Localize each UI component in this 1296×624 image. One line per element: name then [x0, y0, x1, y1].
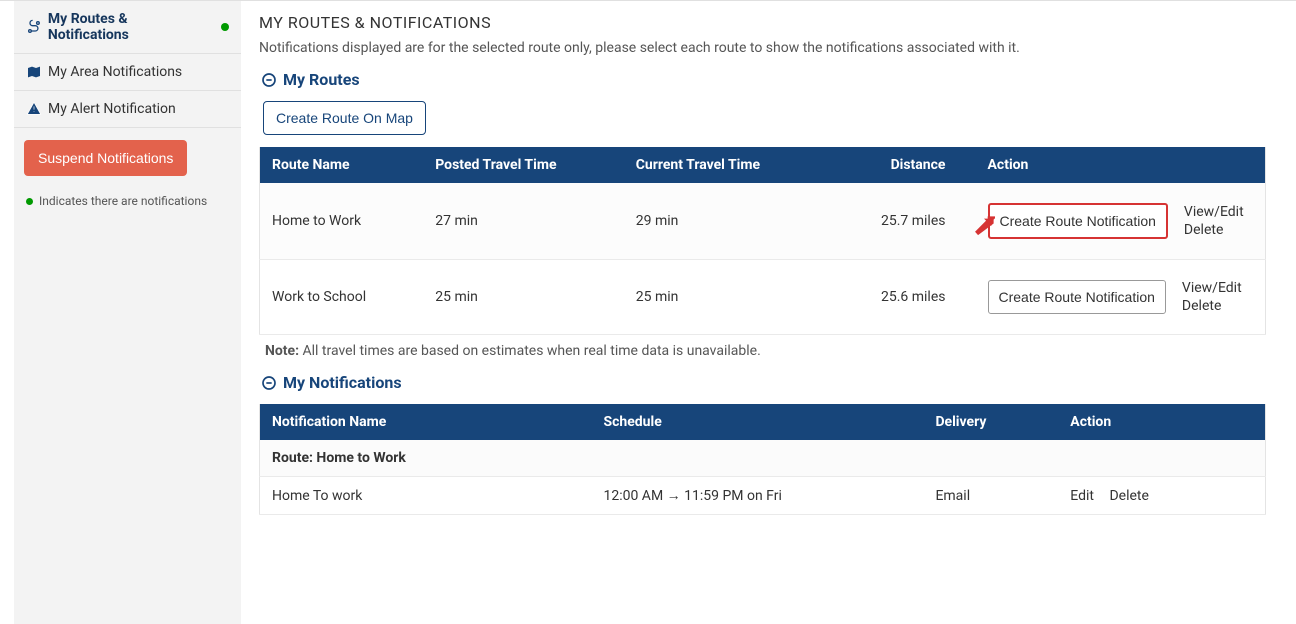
- map-icon: [26, 64, 42, 80]
- page-title: MY ROUTES & NOTIFICATIONS: [259, 13, 1266, 32]
- notification-group-row: Route: Home to Work: [260, 440, 1266, 477]
- cell-route-name: Work to School: [260, 260, 424, 335]
- cell-distance: 25.7 miles: [828, 183, 975, 260]
- col-notification-name: Notification Name: [260, 404, 592, 440]
- sidebar-item-label: My Area Notifications: [48, 64, 182, 80]
- cell-current: 29 min: [624, 183, 829, 260]
- cell-distance: 25.6 miles: [828, 260, 975, 335]
- cell-schedule: 12:00 AM → 11:59 PM on Fri: [591, 477, 923, 515]
- page-subtitle: Notifications displayed are for the sele…: [259, 40, 1266, 56]
- delete-link[interactable]: Delete: [1109, 488, 1148, 504]
- route-icon: [26, 19, 42, 35]
- travel-time-note: Note: All travel times are based on esti…: [265, 343, 1266, 359]
- delete-link[interactable]: Delete: [1184, 222, 1244, 238]
- notification-dot-icon: [26, 198, 33, 205]
- sidebar-item-alert-notification[interactable]: My Alert Notification: [14, 91, 241, 128]
- sidebar-item-routes-notifications[interactable]: My Routes & Notifications: [14, 1, 241, 54]
- delete-link[interactable]: Delete: [1182, 298, 1242, 314]
- col-route-name: Route Name: [260, 147, 424, 183]
- collapse-icon: [261, 72, 277, 88]
- create-route-notification-button[interactable]: Create Route Notification: [988, 203, 1168, 239]
- sidebar-item-area-notifications[interactable]: My Area Notifications: [14, 54, 241, 91]
- sidebar-item-label: My Routes & Notifications: [48, 11, 211, 43]
- cell-route-name: Home to Work: [260, 183, 424, 260]
- view-edit-link[interactable]: View/Edit: [1182, 280, 1242, 296]
- table-row: Home to Work 27 min 29 min 25.7 miles Cr…: [260, 183, 1266, 260]
- col-action: Action: [976, 147, 1266, 183]
- my-routes-header[interactable]: My Routes: [261, 70, 1266, 89]
- my-notifications-header[interactable]: My Notifications: [261, 373, 1266, 392]
- notification-row: Home To work 12:00 AM → 11:59 PM on Fri …: [260, 477, 1266, 515]
- cell-delivery: Email: [923, 477, 1058, 515]
- cell-notif-name: Home To work: [260, 477, 592, 515]
- view-edit-link[interactable]: View/Edit: [1184, 204, 1244, 220]
- sidebar: My Routes & Notifications My Area Notifi…: [14, 1, 241, 624]
- main-content: MY ROUTES & NOTIFICATIONS Notifications …: [241, 1, 1296, 624]
- col-current-time: Current Travel Time: [624, 147, 829, 183]
- col-schedule: Schedule: [591, 404, 923, 440]
- notifications-table: Notification Name Schedule Delivery Acti…: [259, 404, 1266, 515]
- col-posted-time: Posted Travel Time: [423, 147, 624, 183]
- col-action: Action: [1058, 404, 1265, 440]
- sidebar-indicator-note: Indicates there are notifications: [14, 188, 241, 214]
- create-route-notification-button[interactable]: Create Route Notification: [988, 280, 1166, 314]
- collapse-icon: [261, 375, 277, 391]
- create-route-on-map-button[interactable]: Create Route On Map: [263, 101, 426, 135]
- sidebar-item-label: My Alert Notification: [48, 101, 176, 117]
- suspend-notifications-button[interactable]: Suspend Notifications: [24, 140, 187, 176]
- col-delivery: Delivery: [923, 404, 1058, 440]
- alert-icon: [26, 101, 42, 117]
- edit-link[interactable]: Edit: [1070, 488, 1094, 504]
- notification-dot-icon: [221, 23, 229, 31]
- table-row: Work to School 25 min 25 min 25.6 miles …: [260, 260, 1266, 335]
- pointer-arrow-icon: [973, 215, 995, 237]
- col-distance: Distance: [828, 147, 975, 183]
- routes-table: Route Name Posted Travel Time Current Tr…: [259, 147, 1266, 335]
- cell-posted: 25 min: [423, 260, 624, 335]
- cell-posted: 27 min: [423, 183, 624, 260]
- cell-current: 25 min: [624, 260, 829, 335]
